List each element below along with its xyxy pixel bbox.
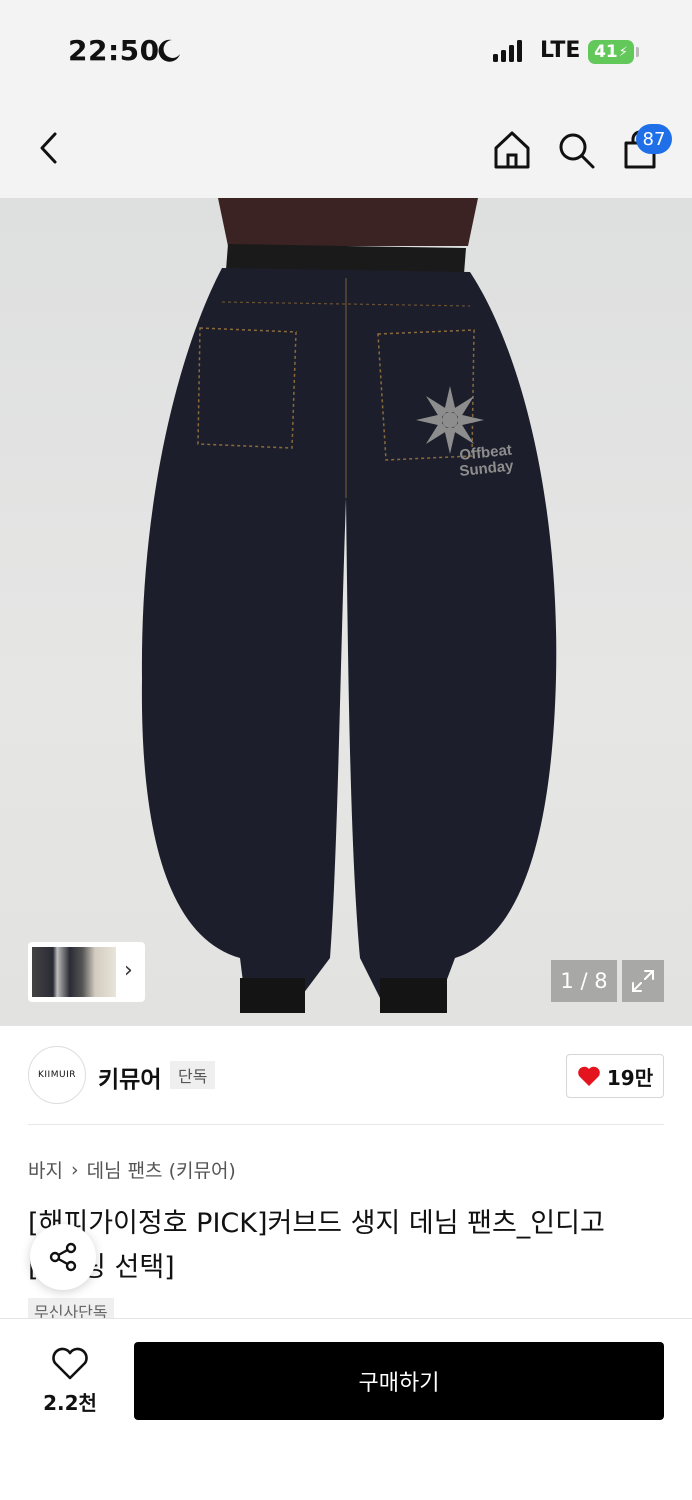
status-bar: 22:50 LTE 41 ⚡: [0, 0, 692, 100]
moon-icon: [158, 39, 180, 62]
top-nav: [0, 100, 692, 198]
expand-icon: [632, 970, 654, 992]
search-icon[interactable]: [554, 128, 598, 172]
product-title-line2: [ /키링 선택]: [28, 1252, 175, 1283]
product-title-line1: [해피가이정호 PICK]커브드 생지 데님 팬츠_인디고: [28, 1208, 605, 1239]
thumbnail-image[interactable]: [32, 947, 116, 997]
battery-icon: 41 ⚡: [588, 40, 634, 64]
brand-logo-text: KIIMUIR: [38, 1070, 76, 1080]
brand-like-count: 19만: [606, 1065, 654, 1090]
battery-level: 41: [594, 42, 618, 62]
signal-icon: [493, 40, 522, 62]
heart-outline-icon: [52, 1347, 88, 1380]
divider: [28, 1124, 664, 1125]
wishlist-button[interactable]: 2.2천: [30, 1347, 110, 1417]
breadcrumb: 바지 › 데님 팬츠 (키뮤어): [28, 1156, 236, 1183]
status-time: 22:50: [68, 34, 160, 67]
bottom-action-bar: 2.2천 구매하기: [0, 1318, 692, 1500]
back-icon[interactable]: [30, 128, 70, 168]
brand-like-button[interactable]: 19만: [566, 1054, 664, 1098]
heart-filled-icon: [578, 1066, 600, 1086]
product-image-gallery[interactable]: Offbeat Sunday › 1 / 8: [0, 198, 692, 1026]
brand-exclusive-tag: 단독: [170, 1061, 216, 1089]
network-label: LTE: [540, 38, 581, 63]
share-button[interactable]: [30, 1224, 96, 1290]
brand-logo[interactable]: KIIMUIR: [28, 1046, 86, 1104]
brand-name[interactable]: 키뮤어: [98, 1060, 161, 1094]
thumbnail-next-icon[interactable]: ›: [124, 958, 133, 983]
breadcrumb-separator-icon: ›: [70, 1158, 79, 1181]
home-icon[interactable]: [490, 128, 534, 172]
buy-button[interactable]: 구매하기: [134, 1342, 664, 1420]
product-title: [해피가이정호 PICK]커브드 생지 데님 팬츠_인디고 [ /키링 선택]: [28, 1202, 668, 1290]
wishlist-count: 2.2천: [43, 1391, 97, 1415]
share-icon: [49, 1242, 77, 1272]
expand-button[interactable]: [622, 960, 664, 1002]
battery-cap: [636, 47, 639, 57]
image-page-counter: 1 / 8: [551, 960, 617, 1002]
thumbnail-strip[interactable]: ›: [28, 942, 145, 1002]
product-photo: Offbeat Sunday: [141, 198, 557, 1013]
breadcrumb-category[interactable]: 바지: [28, 1156, 63, 1183]
cart-count-badge: 87: [636, 124, 672, 154]
breadcrumb-subcategory[interactable]: 데님 팬츠 (키뮤어): [87, 1156, 236, 1183]
